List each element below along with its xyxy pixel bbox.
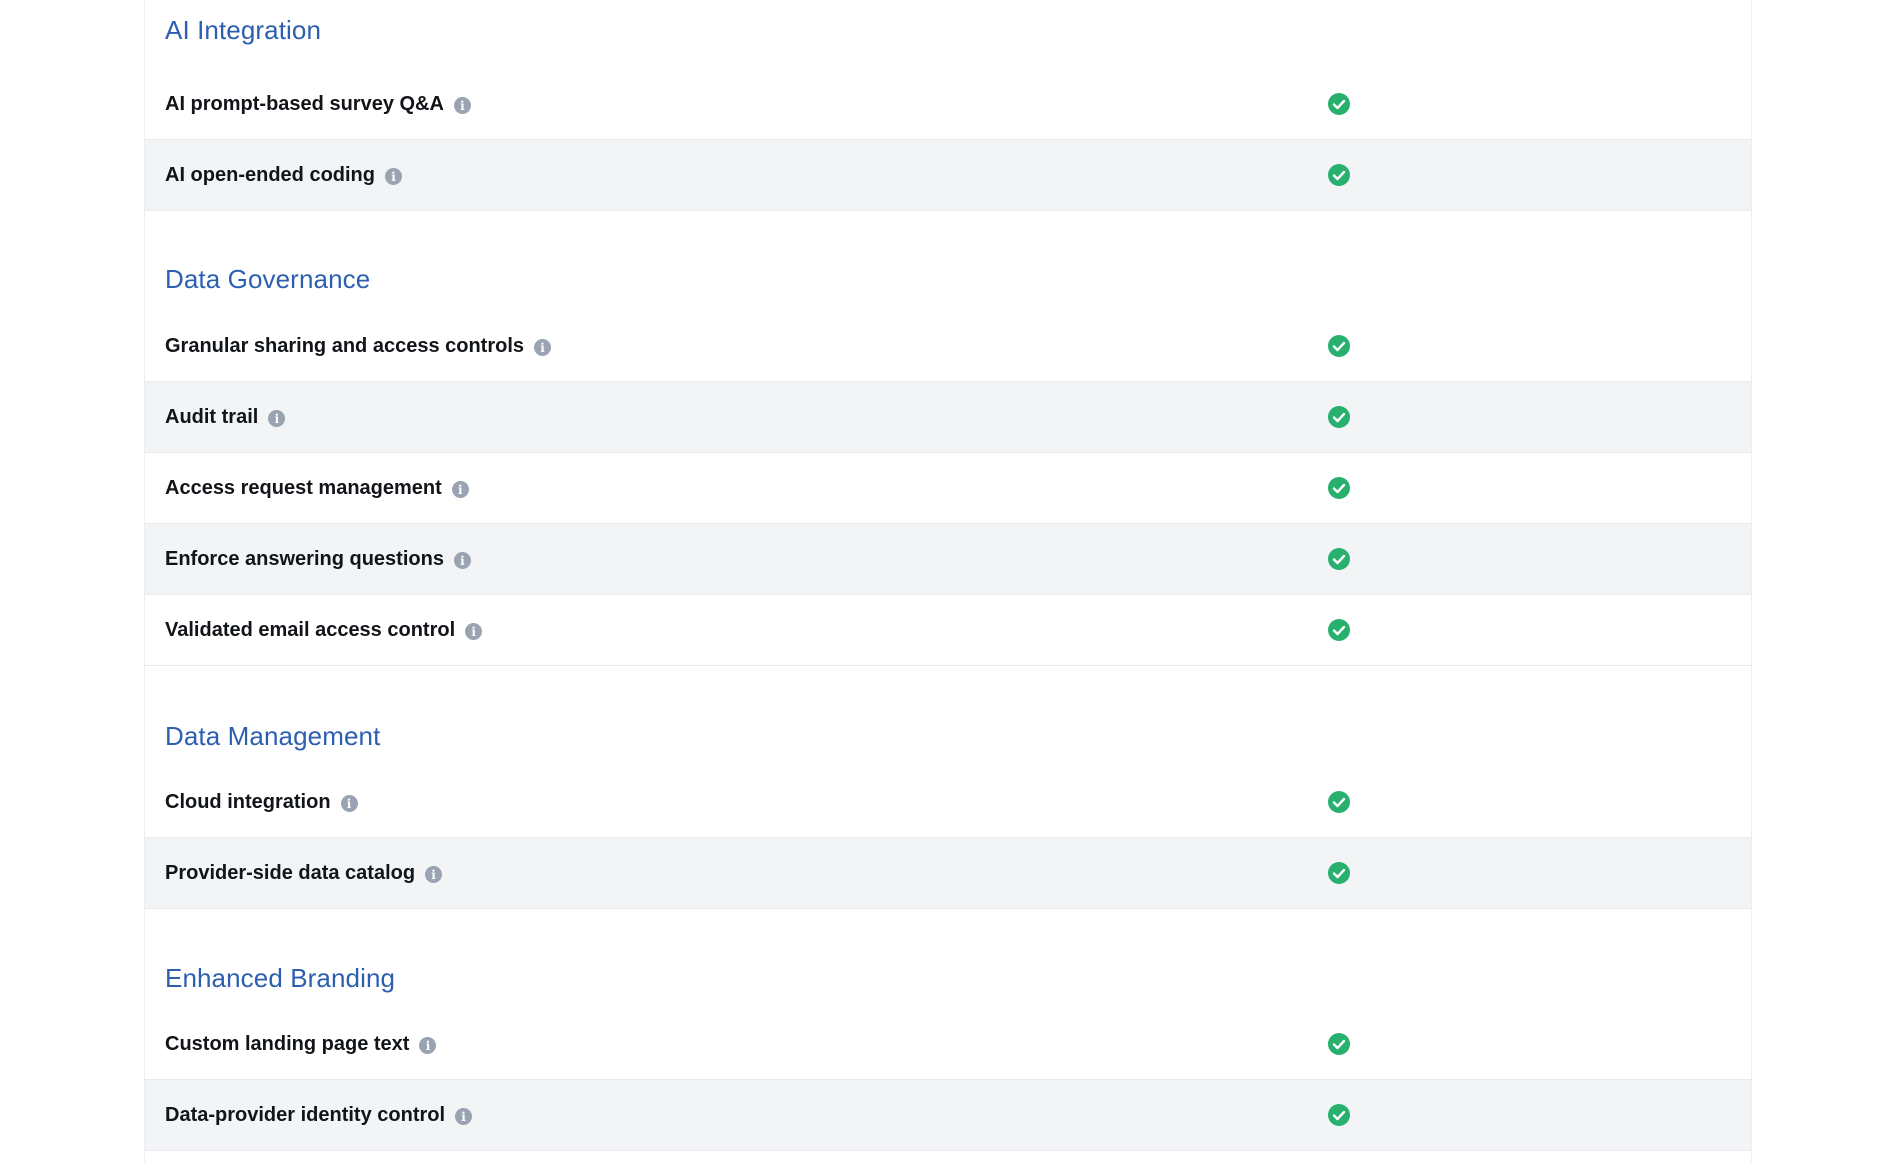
check-circle-icon <box>1328 548 1350 570</box>
info-icon[interactable]: i <box>465 623 483 640</box>
feature-label: Granular sharing and access controls <box>165 334 525 357</box>
feature-row: Validated email access control i <box>145 595 1751 666</box>
feature-label: Cloud integration <box>165 790 331 813</box>
check-circle-icon <box>1328 406 1350 428</box>
section-title: Data Management <box>165 721 381 751</box>
feature-label: Custom landing page text <box>165 1032 410 1055</box>
info-icon[interactable]: i <box>534 339 552 356</box>
feature-row: Data-provider identity control i <box>145 1080 1751 1151</box>
info-icon[interactable]: i <box>451 481 469 498</box>
check-circle-icon <box>1328 1033 1350 1055</box>
feature-label: Audit trail <box>165 405 259 428</box>
section-title: Enhanced Branding <box>165 963 396 993</box>
feature-row: AI prompt-based survey Q&A i <box>145 69 1751 140</box>
feature-row: Provider-side data catalog i <box>145 838 1751 909</box>
info-icon[interactable]: i <box>268 410 286 427</box>
info-icon[interactable]: i <box>340 795 358 812</box>
feature-label: Validated email access control <box>165 618 456 641</box>
feature-row: Audit trail i <box>145 382 1751 453</box>
check-circle-icon <box>1328 164 1350 186</box>
check-circle-icon <box>1328 93 1350 115</box>
section-ai-integration: AI Integration AI prompt-based survey Q&… <box>145 0 1751 211</box>
feature-row: Enforce answering questions i <box>145 524 1751 595</box>
section-data-management: Data Management Cloud integration i Provi… <box>145 666 1751 909</box>
info-icon[interactable]: i <box>453 97 471 114</box>
check-circle-icon <box>1328 791 1350 813</box>
info-icon[interactable]: i <box>419 1037 437 1054</box>
feature-label: AI open-ended coding <box>165 163 375 186</box>
feature-comparison-panel: AI Integration AI prompt-based survey Q&… <box>144 0 1752 1162</box>
info-icon[interactable]: i <box>455 1108 473 1125</box>
feature-row: AI open-ended coding i <box>145 140 1751 211</box>
feature-label: Access request management <box>165 476 442 499</box>
feature-label: Provider-side data catalog <box>165 861 416 884</box>
check-circle-icon <box>1328 862 1350 884</box>
info-icon[interactable]: i <box>453 552 471 569</box>
section-data-governance: Data Governance Granular sharing and acc… <box>145 211 1751 666</box>
feature-row: Granular sharing and access controls i <box>145 311 1751 382</box>
section-title: AI Integration <box>165 15 322 45</box>
check-circle-icon <box>1328 477 1350 499</box>
feature-label: AI prompt-based survey Q&A <box>165 92 444 115</box>
section-title: Data Governance <box>165 264 371 294</box>
info-icon[interactable]: i <box>385 168 402 185</box>
feature-label: Data-provider identity control <box>165 1103 446 1126</box>
feature-label: Enforce answering questions <box>165 547 444 570</box>
section-enhanced-branding: Enhanced Branding Custom landing page te… <box>145 909 1751 1151</box>
feature-row: Cloud integration i <box>145 767 1751 838</box>
check-circle-icon <box>1328 335 1350 357</box>
check-circle-icon <box>1328 1104 1350 1126</box>
info-icon[interactable]: i <box>425 866 443 883</box>
check-circle-icon <box>1328 619 1350 641</box>
feature-row: Access request management i <box>145 453 1751 524</box>
feature-row: Custom landing page text i <box>145 1009 1751 1080</box>
